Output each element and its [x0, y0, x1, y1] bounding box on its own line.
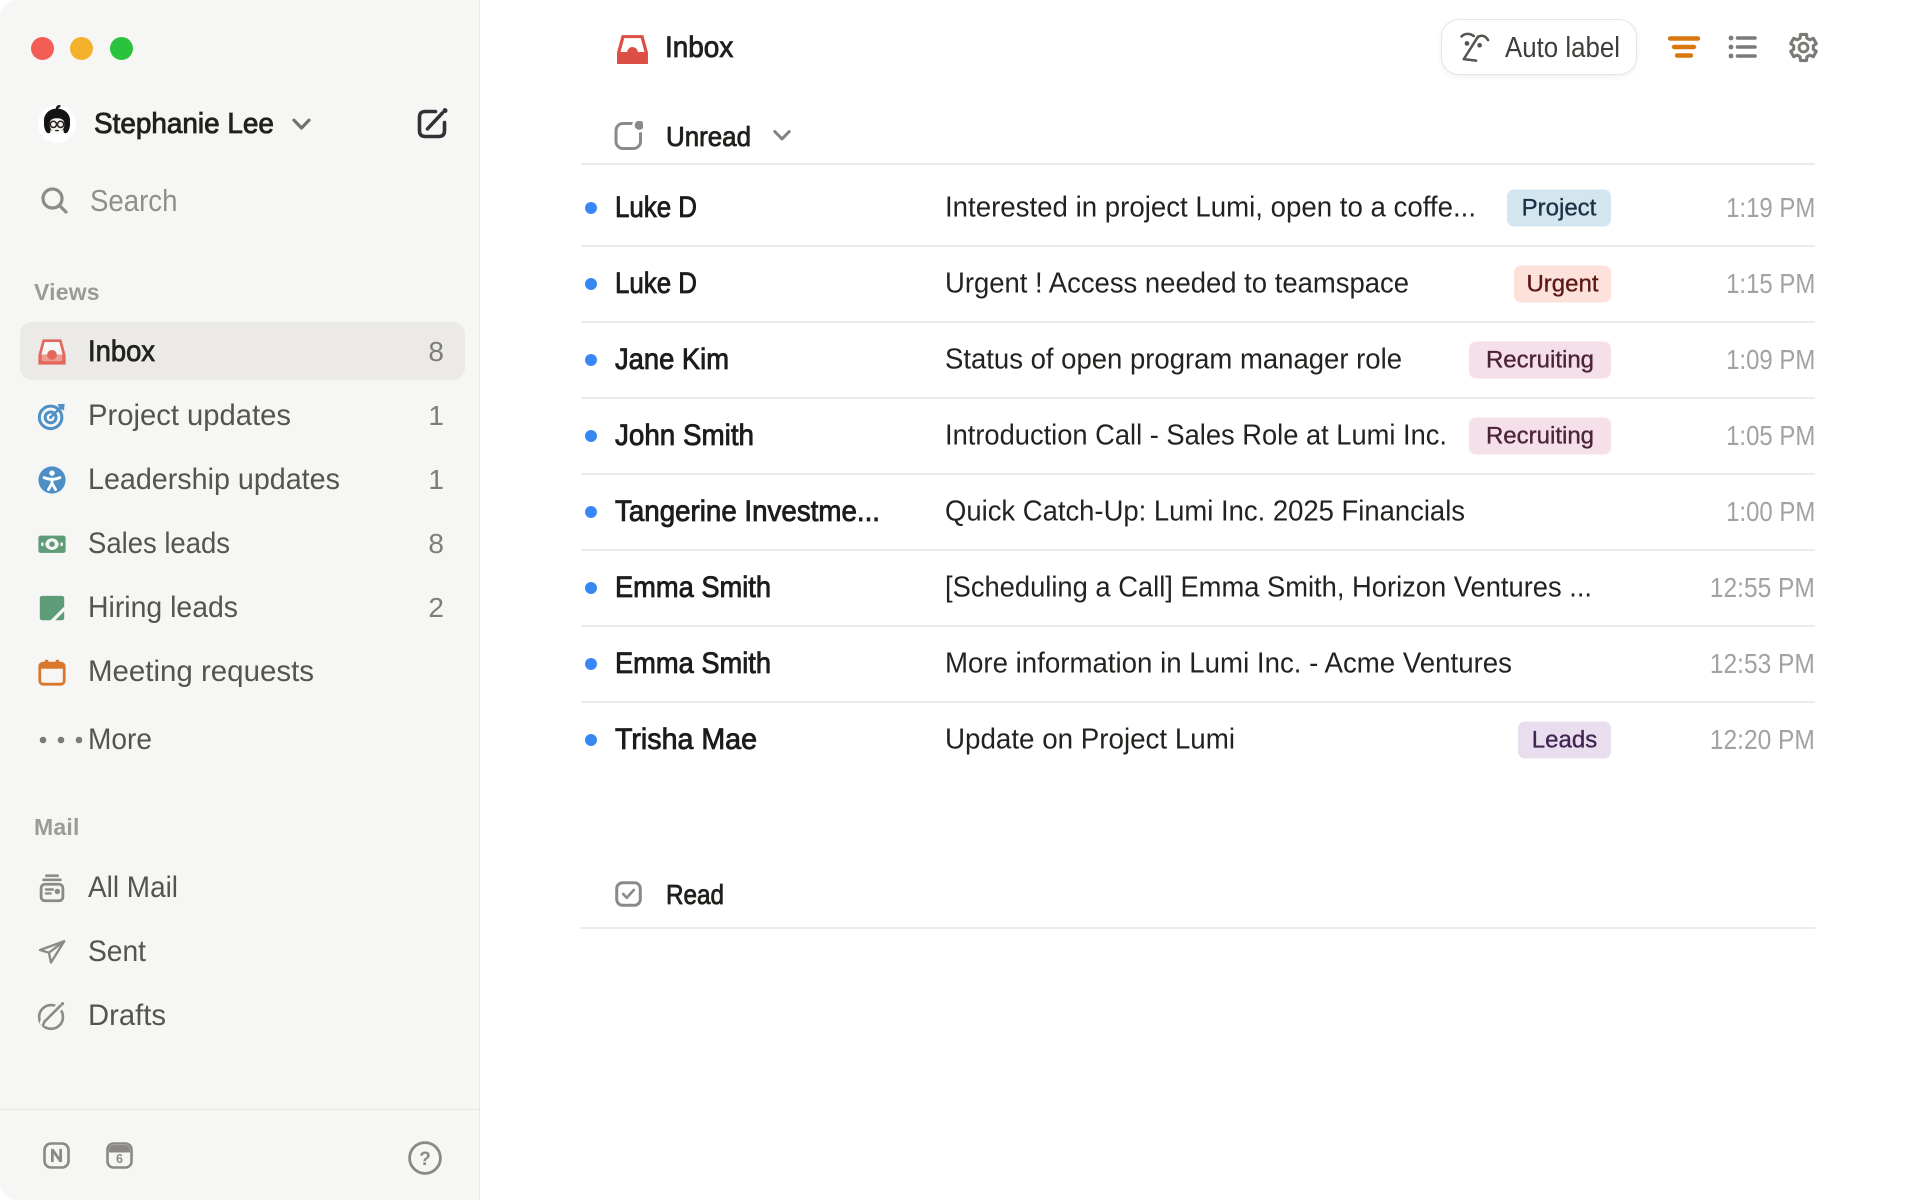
svg-text:6: 6 [116, 1152, 123, 1166]
svg-text:?: ? [419, 1149, 431, 1170]
